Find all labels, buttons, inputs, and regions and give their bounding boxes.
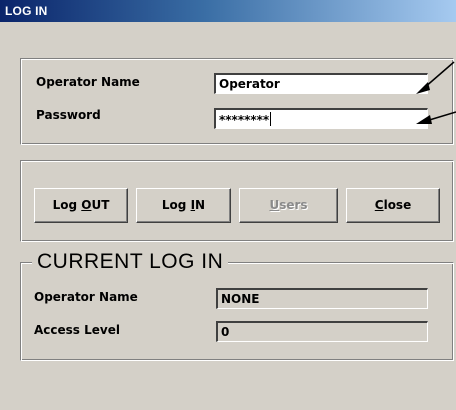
password-label: Password <box>36 108 101 122</box>
window-title: LOG IN <box>5 4 48 18</box>
users-button-label-post: sers <box>279 198 308 212</box>
current-operator-name-field: NONE <box>216 288 428 309</box>
current-login-heading: CURRENT LOG IN <box>32 251 229 273</box>
current-operator-name-label: Operator Name <box>34 290 138 304</box>
close-button-mnemonic: C <box>374 198 384 212</box>
password-field[interactable]: ******** <box>214 108 428 129</box>
operator-name-field[interactable]: Operator <box>214 73 428 94</box>
users-button[interactable]: Users <box>239 188 338 223</box>
login-dialog: LOG IN Operator Name Operator Password *… <box>0 0 456 410</box>
logout-button-label-post: UT <box>91 198 110 212</box>
current-operator-name-value: NONE <box>221 292 260 306</box>
current-login-group <box>20 262 454 361</box>
access-level-value: 0 <box>221 325 230 339</box>
operator-name-value: Operator <box>219 77 280 91</box>
close-button[interactable]: Close <box>346 188 440 223</box>
logout-button-label-pre: Log <box>52 198 82 212</box>
access-level-label: Access Level <box>34 323 120 337</box>
logout-button-mnemonic: O <box>81 198 92 212</box>
users-button-mnemonic: U <box>269 198 280 212</box>
credentials-group <box>20 58 454 145</box>
login-button-label-post: N <box>195 198 206 212</box>
login-button-label-pre: Log <box>161 198 191 212</box>
password-value: ******** <box>219 113 270 127</box>
close-button-label-post: lose <box>383 198 412 212</box>
text-caret <box>270 112 272 126</box>
login-button[interactable]: Log IN <box>136 188 231 223</box>
operator-name-label: Operator Name <box>36 75 140 89</box>
logout-button[interactable]: Log OUT <box>34 188 128 223</box>
title-bar[interactable]: LOG IN <box>0 0 456 22</box>
access-level-field: 0 <box>216 321 428 342</box>
